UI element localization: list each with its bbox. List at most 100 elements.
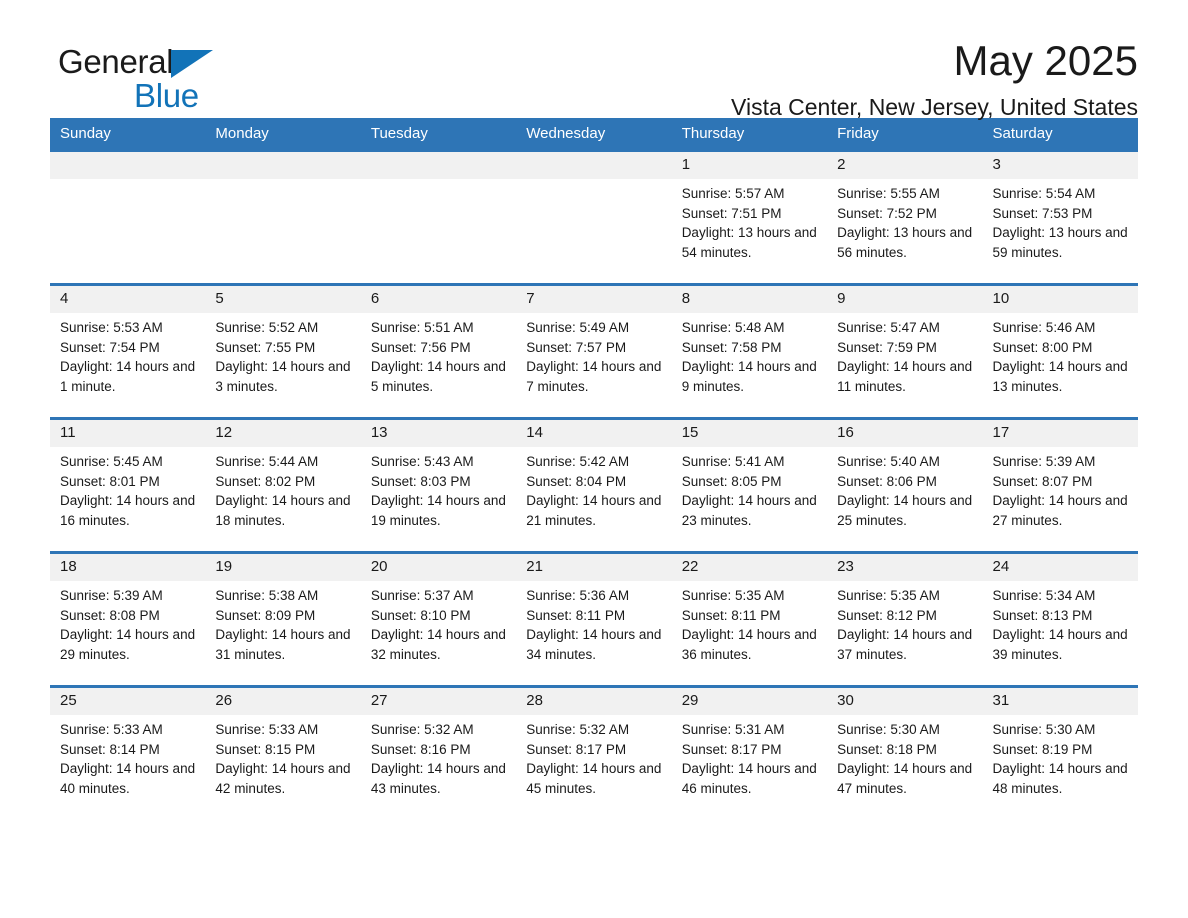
day-number: 11 <box>50 420 206 447</box>
day-details: Sunrise: 5:30 AM Sunset: 8:18 PM Daylight:… <box>827 715 982 798</box>
calendar-day-cell[interactable]: 4 Sunrise: 5:53 AM Sunset: 7:54 PM Daylight… <box>50 283 206 419</box>
calendar-day-cell[interactable]: 23 Sunrise: 5:35 AM Sunset: 8:12 PM Dayligh… <box>827 551 983 687</box>
daylight-text: Daylight: 14 hours and 39 minutes. <box>992 627 1128 662</box>
calendar-day-cell-empty <box>360 149 517 285</box>
day-details: Sunrise: 5:46 AM Sunset: 8:00 PM Daylight:… <box>983 313 1138 396</box>
calendar-day-cell[interactable]: 9 Sunrise: 5:47 AM Sunset: 7:59 PM Daylight… <box>827 283 983 419</box>
daylight-text: Daylight: 14 hours and 47 minutes. <box>837 761 973 796</box>
day-details: Sunrise: 5:45 AM Sunset: 8:01 PM Daylight:… <box>50 447 205 530</box>
day-cell-inner: 28 Sunrise: 5:32 AM Sunset: 8:17 PM Dayligh… <box>516 688 672 819</box>
sunrise-text: Sunrise: 5:46 AM <box>992 320 1096 335</box>
sunset-text: Sunset: 7:58 PM <box>681 339 782 355</box>
sunset-text: Sunset: 8:15 PM <box>215 741 316 757</box>
title-block: May 2025 Vista Center, New Jersey, Unite… <box>731 36 1138 122</box>
sunrise-text: Sunrise: 5:48 AM <box>681 320 785 335</box>
daylight-text: Daylight: 13 hours and 54 minutes. <box>681 225 817 260</box>
day-cell-inner: 16 Sunrise: 5:40 AM Sunset: 8:06 PM Dayligh… <box>827 420 983 551</box>
day-cell-inner: 7 Sunrise: 5:49 AM Sunset: 7:57 PM Daylight… <box>516 286 672 417</box>
calendar-day-cell[interactable]: 19 Sunrise: 5:38 AM Sunset: 8:09 PM Dayligh… <box>205 551 361 687</box>
day-number: 20 <box>360 554 517 581</box>
day-cell-inner: 29 Sunrise: 5:31 AM Sunset: 8:17 PM Dayligh… <box>671 688 828 819</box>
calendar-day-cell[interactable]: 11 Sunrise: 5:45 AM Sunset: 8:01 PM Dayligh… <box>50 417 206 553</box>
calendar-day-cell[interactable]: 7 Sunrise: 5:49 AM Sunset: 7:57 PM Daylight… <box>516 283 672 419</box>
sunset-text: Sunset: 8:01 PM <box>60 473 160 489</box>
sunset-text: Sunset: 8:09 PM <box>215 607 316 623</box>
daylight-text: Daylight: 14 hours and 18 minutes. <box>215 493 351 528</box>
calendar-day-cell[interactable]: 28 Sunrise: 5:32 AM Sunset: 8:17 PM Dayligh… <box>516 685 672 819</box>
daylight-text: Daylight: 14 hours and 27 minutes. <box>992 493 1128 528</box>
calendar-day-cell[interactable]: 31 Sunrise: 5:30 AM Sunset: 8:19 PM Dayligh… <box>982 685 1138 819</box>
calendar-page: General Blue May 2025 Vista Center, New … <box>0 0 1188 918</box>
calendar-day-cell[interactable]: 16 Sunrise: 5:40 AM Sunset: 8:06 PM Dayligh… <box>827 417 983 553</box>
calendar-day-cell[interactable]: 14 Sunrise: 5:42 AM Sunset: 8:04 PM Dayligh… <box>516 417 672 553</box>
day-details: Sunrise: 5:32 AM Sunset: 8:16 PM Daylight:… <box>361 715 516 798</box>
day-number: 23 <box>827 554 983 581</box>
calendar-day-cell-empty <box>50 149 206 285</box>
day-number: 4 <box>50 286 206 313</box>
daylight-text: Daylight: 14 hours and 21 minutes. <box>526 493 662 528</box>
calendar-day-cell[interactable]: 2 Sunrise: 5:55 AM Sunset: 7:52 PM Daylight… <box>827 149 983 285</box>
calendar-day-cell[interactable]: 20 Sunrise: 5:37 AM Sunset: 8:10 PM Dayligh… <box>360 551 517 687</box>
calendar-day-cell[interactable]: 1 Sunrise: 5:57 AM Sunset: 7:51 PM Daylight… <box>671 149 828 285</box>
day-details: Sunrise: 5:33 AM Sunset: 8:14 PM Daylight:… <box>50 715 205 798</box>
calendar-day-cell[interactable]: 17 Sunrise: 5:39 AM Sunset: 8:07 PM Dayligh… <box>982 417 1138 553</box>
calendar-day-cell[interactable]: 25 Sunrise: 5:33 AM Sunset: 8:14 PM Dayligh… <box>50 685 206 819</box>
calendar-week-row: 1 Sunrise: 5:57 AM Sunset: 7:51 PM Daylight… <box>50 149 1138 285</box>
day-number: 6 <box>360 286 517 313</box>
sunrise-text: Sunrise: 5:33 AM <box>60 722 163 737</box>
calendar-day-cell[interactable]: 24 Sunrise: 5:34 AM Sunset: 8:13 PM Dayligh… <box>982 551 1138 687</box>
calendar-day-cell[interactable]: 3 Sunrise: 5:54 AM Sunset: 7:53 PM Daylight… <box>982 149 1138 285</box>
calendar-day-cell[interactable]: 15 Sunrise: 5:41 AM Sunset: 8:05 PM Dayligh… <box>671 417 828 553</box>
day-cell-inner: 31 Sunrise: 5:30 AM Sunset: 8:19 PM Dayligh… <box>982 688 1138 819</box>
sunrise-text: Sunrise: 5:41 AM <box>681 454 785 469</box>
page-title: May 2025 <box>953 37 1138 84</box>
calendar-day-cell[interactable]: 27 Sunrise: 5:32 AM Sunset: 8:16 PM Dayligh… <box>360 685 517 819</box>
day-number: 19 <box>205 554 361 581</box>
calendar-day-cell[interactable]: 26 Sunrise: 5:33 AM Sunset: 8:15 PM Dayligh… <box>205 685 361 819</box>
day-cell-inner: 17 Sunrise: 5:39 AM Sunset: 8:07 PM Dayligh… <box>982 420 1138 551</box>
sunset-text: Sunset: 8:11 PM <box>681 607 781 623</box>
daylight-text: Daylight: 14 hours and 45 minutes. <box>526 761 662 796</box>
daylight-text: Daylight: 14 hours and 25 minutes. <box>837 493 973 528</box>
sunrise-text: Sunrise: 5:34 AM <box>992 588 1096 603</box>
calendar-day-cell[interactable]: 10 Sunrise: 5:46 AM Sunset: 8:00 PM Dayligh… <box>982 283 1138 419</box>
day-cell-inner: 1 Sunrise: 5:57 AM Sunset: 7:51 PM Daylight… <box>671 152 828 283</box>
day-number <box>516 152 672 179</box>
calendar-day-cell[interactable]: 21 Sunrise: 5:36 AM Sunset: 8:11 PM Dayligh… <box>516 551 672 687</box>
daylight-text: Daylight: 14 hours and 40 minutes. <box>60 761 196 796</box>
sunset-text: Sunset: 8:14 PM <box>60 741 160 757</box>
daylight-text: Daylight: 14 hours and 11 minutes. <box>837 359 973 394</box>
calendar-day-cell[interactable]: 29 Sunrise: 5:31 AM Sunset: 8:17 PM Dayligh… <box>671 685 828 819</box>
sunrise-text: Sunrise: 5:51 AM <box>370 320 474 335</box>
calendar-day-cell[interactable]: 5 Sunrise: 5:52 AM Sunset: 7:55 PM Daylight… <box>205 283 361 419</box>
day-number: 22 <box>671 554 828 581</box>
day-details: Sunrise: 5:35 AM Sunset: 8:12 PM Daylight:… <box>827 581 982 664</box>
day-cell-inner: 9 Sunrise: 5:47 AM Sunset: 7:59 PM Daylight… <box>827 286 983 417</box>
calendar-week-row: 18 Sunrise: 5:39 AM Sunset: 8:08 PM Dayligh… <box>50 551 1138 687</box>
day-cell-inner: 13 Sunrise: 5:43 AM Sunset: 8:03 PM Dayligh… <box>360 420 517 551</box>
daylight-text: Daylight: 14 hours and 16 minutes. <box>60 493 196 528</box>
calendar-day-cell[interactable]: 13 Sunrise: 5:43 AM Sunset: 8:03 PM Dayligh… <box>360 417 517 553</box>
daylight-text: Daylight: 14 hours and 23 minutes. <box>681 493 817 528</box>
day-details: Sunrise: 5:40 AM Sunset: 8:06 PM Daylight:… <box>827 447 982 530</box>
calendar-day-cell[interactable]: 30 Sunrise: 5:30 AM Sunset: 8:18 PM Dayligh… <box>827 685 983 819</box>
daylight-text: Daylight: 14 hours and 7 minutes. <box>526 359 662 394</box>
calendar-day-cell[interactable]: 8 Sunrise: 5:48 AM Sunset: 7:58 PM Daylight… <box>671 283 828 419</box>
sunset-text: Sunset: 7:54 PM <box>60 339 160 355</box>
day-number: 2 <box>827 152 983 179</box>
day-details: Sunrise: 5:41 AM Sunset: 8:05 PM Daylight:… <box>672 447 827 530</box>
calendar-day-cell[interactable]: 12 Sunrise: 5:44 AM Sunset: 8:02 PM Dayligh… <box>205 417 361 553</box>
location-subtitle: Vista Center, New Jersey, United States <box>731 94 1138 120</box>
general-blue-logo[interactable]: General Blue <box>58 44 288 116</box>
calendar-day-cell[interactable]: 6 Sunrise: 5:51 AM Sunset: 7:56 PM Daylight… <box>360 283 517 419</box>
day-details: Sunrise: 5:30 AM Sunset: 8:19 PM Daylight:… <box>983 715 1138 798</box>
daylight-text: Daylight: 14 hours and 3 minutes. <box>215 359 351 394</box>
calendar-table: Sunday Monday Tuesday Wednesday Thursday… <box>50 118 1138 819</box>
weekday-header-friday: Friday <box>827 118 983 151</box>
calendar-day-cell[interactable]: 22 Sunrise: 5:35 AM Sunset: 8:11 PM Dayligh… <box>671 551 828 687</box>
calendar-day-cell-empty <box>205 149 361 285</box>
day-number: 26 <box>205 688 361 715</box>
calendar-day-cell[interactable]: 18 Sunrise: 5:39 AM Sunset: 8:08 PM Dayligh… <box>50 551 206 687</box>
sunset-text: Sunset: 8:06 PM <box>837 473 937 489</box>
logo-triangle-icon <box>171 50 214 78</box>
